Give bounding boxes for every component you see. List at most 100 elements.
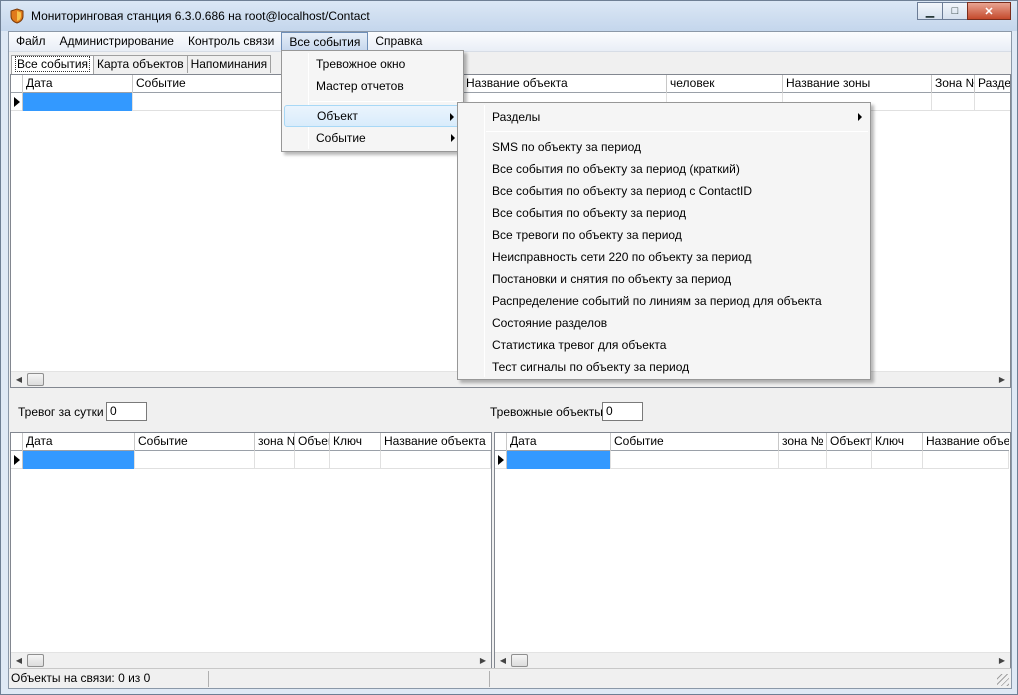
menu-item-report[interactable]: Статистика тревог для объекта [460,334,868,356]
column-zone-name[interactable]: Название зоны [783,75,932,93]
menu-administration[interactable]: Администрирование [53,32,181,51]
table-cell[interactable] [381,451,491,469]
scroll-left-icon[interactable]: ◀ [495,653,511,668]
column-object[interactable]: Объект [295,433,330,451]
tab-object-map[interactable]: Карта объектов [93,55,188,73]
menu-item-report[interactable]: Постановки и снятия по объекту за период [460,268,868,290]
menu-item-report[interactable]: Все события по объекту за период [460,202,868,224]
menu-connection-control[interactable]: Контроль связи [181,32,281,51]
column-key[interactable]: Ключ [872,433,923,451]
tab-all-events[interactable]: Все события [11,55,95,74]
connected-objects-status: Объекты на связи: 0 из 0 [9,671,209,687]
column-event[interactable]: Событие [611,433,779,451]
alarm-objects-field[interactable]: 0 [602,402,643,421]
table-cell[interactable] [827,451,872,469]
menu-file[interactable]: Файл [9,32,53,51]
menu-all-events[interactable]: Все события [281,32,369,51]
table-cell[interactable] [975,93,1010,111]
resize-grip-icon[interactable] [997,674,1009,686]
table-cell[interactable] [295,451,330,469]
header-indicator [11,75,23,93]
selected-cell[interactable] [23,93,133,111]
selected-cell[interactable] [23,451,135,469]
table-cell[interactable] [255,451,295,469]
menu-item-report[interactable]: SMS по объекту за период [460,136,868,158]
app-window: Мониторинговая станция 6.3.0.686 на root… [0,0,1018,695]
header-indicator [495,433,507,451]
tab-reminders[interactable]: Напоминания [186,55,272,73]
table-cell[interactable] [923,451,1009,469]
column-key[interactable]: Ключ [330,433,381,451]
column-object[interactable]: Объект [827,433,872,451]
selected-cell[interactable] [507,451,611,469]
scroll-thumb[interactable] [27,654,44,667]
all-events-menu: Тревожное окно Мастер отчетов Объект Соб… [281,50,464,152]
table-row[interactable] [11,451,491,469]
menu-item-report[interactable]: Все тревоги по объекту за период [460,224,868,246]
scroll-left-icon[interactable]: ◀ [11,653,27,668]
close-button[interactable]: ✕ [967,2,1011,20]
alarms-per-day-field[interactable]: 0 [106,402,147,421]
menu-separator [486,131,868,132]
chevron-right-icon [451,134,455,142]
chevron-right-icon [858,113,862,121]
menu-item-alarm-window[interactable]: Тревожное окно [284,53,461,75]
table-row[interactable] [495,451,1009,469]
column-zone-number[interactable]: зона № [255,433,295,451]
scroll-right-icon[interactable]: ▶ [475,653,491,668]
row-pointer-icon [11,451,23,469]
horizontal-scrollbar[interactable]: ◀ ▶ [11,652,491,668]
menu-item-report[interactable]: Все события по объекту за период (кратки… [460,158,868,180]
column-zone-number[interactable]: зона № [779,433,827,451]
scroll-left-icon[interactable]: ◀ [11,372,27,387]
tab-strip: Все события Карта объектов Напоминания [11,55,272,74]
column-object-name[interactable]: Название объек [923,433,1009,451]
title-bar[interactable]: Мониторинговая станция 6.3.0.686 на root… [1,1,1017,31]
column-date[interactable]: Дата [23,75,133,93]
column-date[interactable]: Дата [23,433,135,451]
shield-icon [10,8,24,24]
menu-item-report[interactable]: Тест сигналы по объекту за период [460,356,868,378]
menu-help[interactable]: Справка [368,32,429,51]
row-pointer-icon [495,451,507,469]
column-date[interactable]: Дата [507,433,611,451]
scroll-thumb[interactable] [27,373,44,386]
table-cell[interactable] [872,451,923,469]
column-person[interactable]: человек [667,75,783,93]
menu-item-label: Разделы [492,110,541,124]
table-cell[interactable] [135,451,255,469]
scroll-thumb[interactable] [511,654,528,667]
maximize-button[interactable]: □ [942,2,968,20]
alarm-objects-label: Тревожные объекты [490,405,603,419]
menu-item-report[interactable]: Неисправность сети 220 по объекту за пер… [460,246,868,268]
column-object-name[interactable]: Название объекта [463,75,667,93]
column-event[interactable]: Событие [135,433,255,451]
scroll-right-icon[interactable]: ▶ [994,653,1010,668]
alarm-objects-grid[interactable]: Дата Событие зона № Объект Ключ Название… [494,432,1011,669]
table-cell[interactable] [779,451,827,469]
menu-item-report-wizard[interactable]: Мастер отчетов [284,75,461,97]
column-zone-number[interactable]: Зона № [932,75,975,93]
menu-item-report[interactable]: Состояние разделов [460,312,868,334]
minimize-button[interactable]: ▁ [917,2,943,20]
status-panel-empty [210,671,490,687]
menu-item-event[interactable]: Событие [284,127,461,149]
status-bar: Объекты на связи: 0 из 0 [9,668,1011,688]
window-title: Мониторинговая станция 6.3.0.686 на root… [31,9,370,23]
column-partition[interactable]: Разде... [975,75,1010,93]
scroll-right-icon[interactable]: ▶ [994,372,1010,387]
menu-item-object[interactable]: Объект [284,105,461,127]
menu-item-label: Событие [316,131,366,145]
table-cell[interactable] [932,93,975,111]
menu-separator [310,101,461,102]
row-pointer-icon [11,93,23,111]
alarms-grid[interactable]: Дата Событие зона № Объект Ключ Название… [10,432,492,669]
menu-item-report[interactable]: Распределение событий по линиям за перио… [460,290,868,312]
grid-header: Дата Событие Название объекта человек На… [11,75,1010,93]
table-cell[interactable] [330,451,381,469]
menu-item-report[interactable]: Все события по объекту за период с Conta… [460,180,868,202]
horizontal-scrollbar[interactable]: ◀ ▶ [495,652,1010,668]
table-cell[interactable] [611,451,779,469]
column-object-name[interactable]: Название объекта [381,433,491,451]
menu-item-partitions[interactable]: Разделы [460,106,868,128]
